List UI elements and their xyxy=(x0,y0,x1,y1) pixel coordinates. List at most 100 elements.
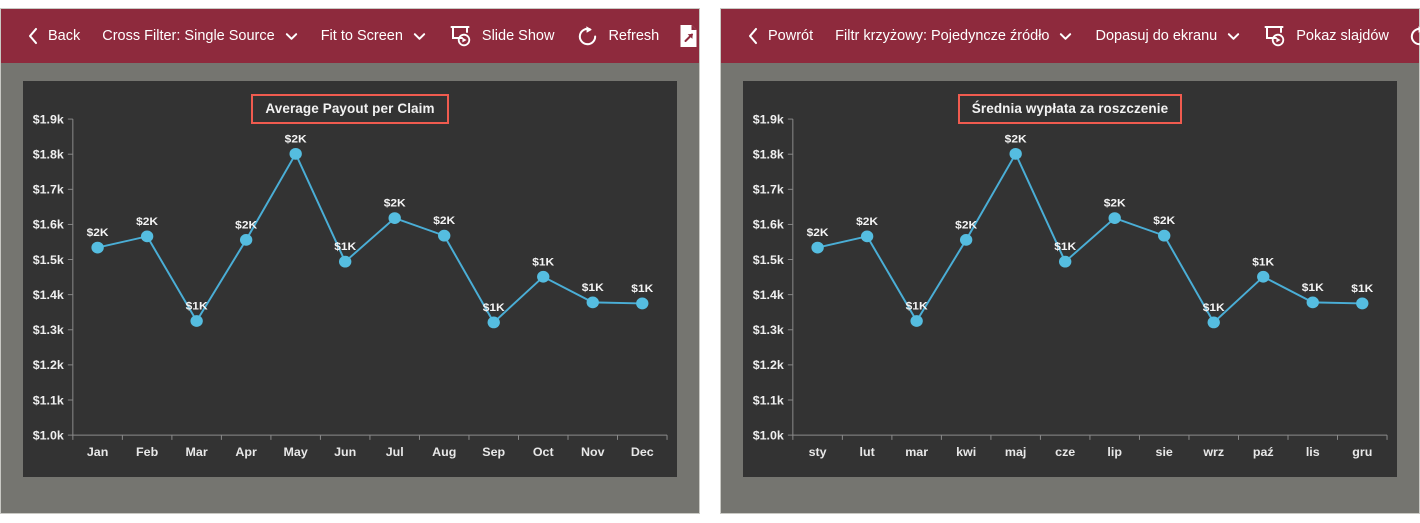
slide-show-button[interactable]: Pokaz slajdów xyxy=(1252,9,1400,63)
data-point[interactable] xyxy=(1356,297,1369,310)
y-axis-tick-label: $1.7k xyxy=(33,183,64,197)
cross-filter-dropdown[interactable]: Cross Filter: Single Source xyxy=(91,9,309,63)
x-axis-tick-label: Mar xyxy=(186,445,208,459)
refresh-button[interactable] xyxy=(1400,9,1420,63)
y-axis-tick-label: $1.6k xyxy=(753,218,784,232)
y-axis-tick-label: $1.7k xyxy=(753,183,784,197)
y-axis-tick-label: $1.4k xyxy=(33,288,64,302)
data-point-label: $2K xyxy=(235,219,258,232)
data-point[interactable] xyxy=(910,315,923,327)
refresh-button[interactable]: Refresh xyxy=(565,9,670,63)
data-point[interactable] xyxy=(190,315,203,327)
x-axis-tick-label: paź xyxy=(1253,445,1274,459)
data-point-label: $1K xyxy=(483,301,506,314)
x-axis-tick-label: sie xyxy=(1156,445,1174,459)
chevron-down-icon xyxy=(412,29,427,44)
x-axis-tick-label: Oct xyxy=(533,445,554,459)
data-point[interactable] xyxy=(289,147,302,160)
y-axis-tick-label: $1.8k xyxy=(753,148,784,162)
data-point[interactable] xyxy=(959,233,973,246)
data-point[interactable] xyxy=(239,233,253,246)
x-axis-tick-label: kwi xyxy=(956,445,976,459)
data-point[interactable] xyxy=(636,297,649,310)
fit-to-screen-dropdown[interactable]: Fit to Screen xyxy=(310,9,438,63)
data-point[interactable] xyxy=(388,212,401,225)
data-point-label: $1K xyxy=(186,300,209,313)
data-point[interactable] xyxy=(91,241,104,254)
x-axis-tick-label: May xyxy=(284,445,308,459)
x-axis-tick-label: sty xyxy=(809,445,827,459)
data-point[interactable] xyxy=(1306,296,1319,309)
data-point[interactable] xyxy=(860,230,874,243)
data-point[interactable] xyxy=(1207,316,1220,329)
chevron-down-icon xyxy=(1058,29,1073,44)
x-axis-tick-label: Dec xyxy=(631,445,654,459)
data-point[interactable] xyxy=(438,229,451,242)
data-point[interactable] xyxy=(1009,147,1022,160)
chart-card-wrapper: Średnia wypłata za roszczenie $1.9k $1.8k… xyxy=(721,63,1419,513)
data-point-label: $2K xyxy=(433,214,456,227)
back-label: Powrót xyxy=(768,27,814,44)
data-point[interactable] xyxy=(586,296,599,309)
data-point-label: $2K xyxy=(807,226,830,239)
back-button[interactable]: Back xyxy=(15,9,91,63)
chevron-down-icon xyxy=(284,29,299,44)
data-point[interactable] xyxy=(487,316,500,329)
dashboard-panel-english: Back Cross Filter: Single Source Fit to … xyxy=(0,8,700,514)
data-point[interactable] xyxy=(339,255,352,268)
fit-to-screen-label: Fit to Screen xyxy=(320,27,403,44)
x-axis-tick-label: Sep xyxy=(482,445,505,459)
data-point-label: $2K xyxy=(955,219,978,232)
data-point-label: $2K xyxy=(1005,133,1028,146)
data-point[interactable] xyxy=(1257,270,1270,283)
y-axis-tick-label: $1.0k xyxy=(33,429,64,443)
data-point-label: $1K xyxy=(334,240,357,253)
x-axis-tick-label: Jan xyxy=(87,445,108,459)
data-point[interactable] xyxy=(1059,255,1072,268)
y-axis-tick-label: $1.1k xyxy=(753,394,784,408)
toolbar: Powrót Filtr krzyżowy: Pojedyncze źródło… xyxy=(721,9,1420,63)
data-point-label: $1K xyxy=(1054,240,1077,253)
fit-to-screen-label: Dopasuj do ekranu xyxy=(1095,27,1218,44)
data-point-label: $2K xyxy=(87,226,110,239)
x-axis-tick-label: Nov xyxy=(581,445,605,459)
data-point-label: $1K xyxy=(582,281,605,294)
x-axis-tick-label: lis xyxy=(1306,445,1320,459)
data-point-label: $1K xyxy=(906,300,929,313)
data-point[interactable] xyxy=(140,230,154,243)
line-chart-plot[interactable]: $1.9k $1.8k $1.7k $1.6k $1.5k $1.4k $1.3k $1.2k… xyxy=(23,81,677,477)
y-axis-tick-label: $1.2k xyxy=(33,358,64,372)
chart-card[interactable]: Average Payout per Claim $1.9k $1.8k $1.7k… xyxy=(23,81,677,477)
export-document-icon xyxy=(678,24,699,48)
x-axis-tick-label: maj xyxy=(1005,445,1026,459)
data-point[interactable] xyxy=(537,270,550,283)
data-point-label: $1K xyxy=(1351,282,1374,295)
data-point-label: $1K xyxy=(631,282,654,295)
slide-show-label: Slide Show xyxy=(481,27,555,44)
screenshot-root: Back Cross Filter: Single Source Fit to … xyxy=(0,0,1420,523)
x-axis-tick-label: Jun xyxy=(334,445,356,459)
refresh-icon xyxy=(576,25,599,48)
slide-show-label: Pokaz slajdów xyxy=(1296,27,1389,44)
back-button[interactable]: Powrót xyxy=(735,9,824,63)
data-point[interactable] xyxy=(1158,229,1171,242)
x-axis-tick-label: lut xyxy=(860,445,875,459)
export-button[interactable] xyxy=(670,9,707,63)
slide-show-button[interactable]: Slide Show xyxy=(438,9,566,63)
data-point[interactable] xyxy=(811,241,824,254)
chart-card-wrapper: Average Payout per Claim $1.9k $1.8k $1.7k… xyxy=(1,63,699,513)
x-axis-tick-label: Aug xyxy=(432,445,456,459)
back-label: Back xyxy=(48,27,81,44)
y-axis-tick-label: $1.3k xyxy=(753,323,784,337)
data-point[interactable] xyxy=(1108,212,1121,225)
y-axis-tick-label: $1.6k xyxy=(33,218,64,232)
y-axis-tick-label: $1.4k xyxy=(753,288,784,302)
line-chart-plot[interactable]: $1.9k $1.8k $1.7k $1.6k $1.5k $1.4k $1.3k $1.2k… xyxy=(743,81,1397,477)
x-axis-tick-label: Jul xyxy=(386,445,404,459)
data-point-label: $2K xyxy=(136,215,159,228)
fit-to-screen-dropdown[interactable]: Dopasuj do ekranu xyxy=(1084,9,1252,63)
x-axis-tick-label: Apr xyxy=(235,445,257,459)
cross-filter-dropdown[interactable]: Filtr krzyżowy: Pojedyncze źródło xyxy=(824,9,1084,63)
x-axis-tick-label: cze xyxy=(1055,445,1075,459)
chart-card[interactable]: Średnia wypłata za roszczenie $1.9k $1.8k… xyxy=(743,81,1397,477)
